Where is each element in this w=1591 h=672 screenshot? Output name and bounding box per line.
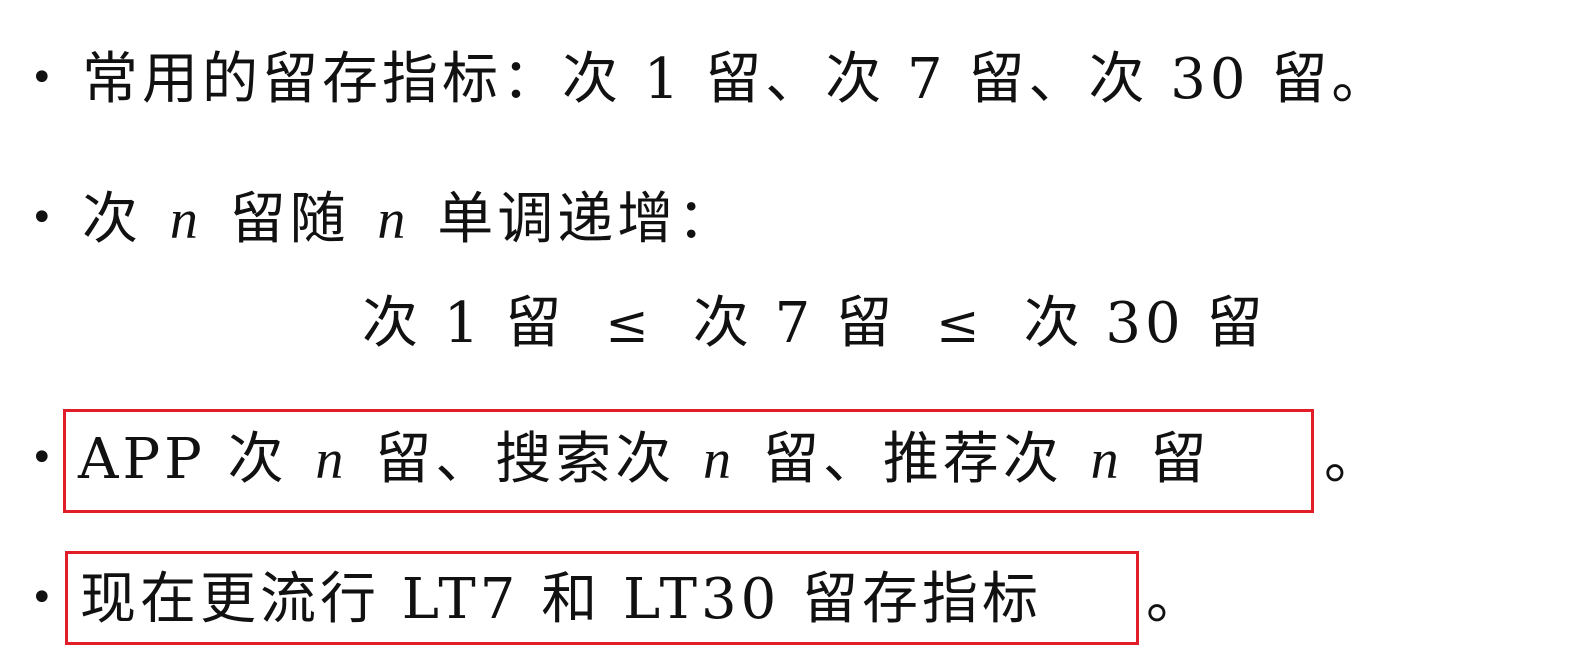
bullet-dot: • bbox=[30, 195, 54, 241]
math-variable-n: n bbox=[703, 429, 736, 491]
bullet-dot: • bbox=[30, 435, 54, 481]
bullet-4-text: 现在更流行 LT7 和 LT30 留存指标 bbox=[80, 567, 1043, 632]
bullet-3-part-2: 留、搜索次 bbox=[353, 427, 698, 492]
math-variable-n: n bbox=[169, 189, 202, 251]
bullet-dot: • bbox=[30, 575, 54, 621]
bullet-3-part-4: 留 bbox=[1128, 427, 1211, 492]
bullet-3-text: APP 次 n 留、搜索次 n 留、推荐次 n 留 bbox=[78, 429, 1210, 491]
bullet-2-suffix: 单调递增： bbox=[415, 187, 738, 252]
bullet-2-prefix: 次 bbox=[82, 187, 164, 252]
inequality-term-1: 次 1 留 bbox=[362, 291, 566, 356]
math-variable-n: n bbox=[1090, 429, 1123, 491]
less-equal-symbol: ≤ bbox=[936, 295, 984, 355]
bullet-2-text: 次 n 留随 n 单调递增： bbox=[82, 189, 737, 251]
math-variable-n: n bbox=[315, 429, 348, 491]
math-variable-n: n bbox=[377, 189, 410, 251]
bullet-3-part-1: APP 次 bbox=[78, 427, 310, 492]
bullet-dot: • bbox=[30, 55, 54, 101]
bullet-1-text: 常用的留存指标：次 1 留、次 7 留、次 30 留。 bbox=[82, 47, 1392, 112]
bullet-3-part-3: 留、推荐次 bbox=[741, 427, 1085, 492]
retention-inequality: 次 1 留 ≤ 次 7 留 ≤ 次 30 留 bbox=[362, 296, 1266, 352]
bullet-3-period: 。 bbox=[1324, 427, 1380, 492]
bullet-4-period: 。 bbox=[1146, 567, 1202, 632]
less-equal-symbol: ≤ bbox=[605, 295, 653, 355]
bullet-2-middle: 留随 bbox=[207, 187, 372, 252]
inequality-term-2: 次 7 留 bbox=[692, 291, 897, 356]
inequality-term-3: 次 30 留 bbox=[1023, 291, 1267, 356]
